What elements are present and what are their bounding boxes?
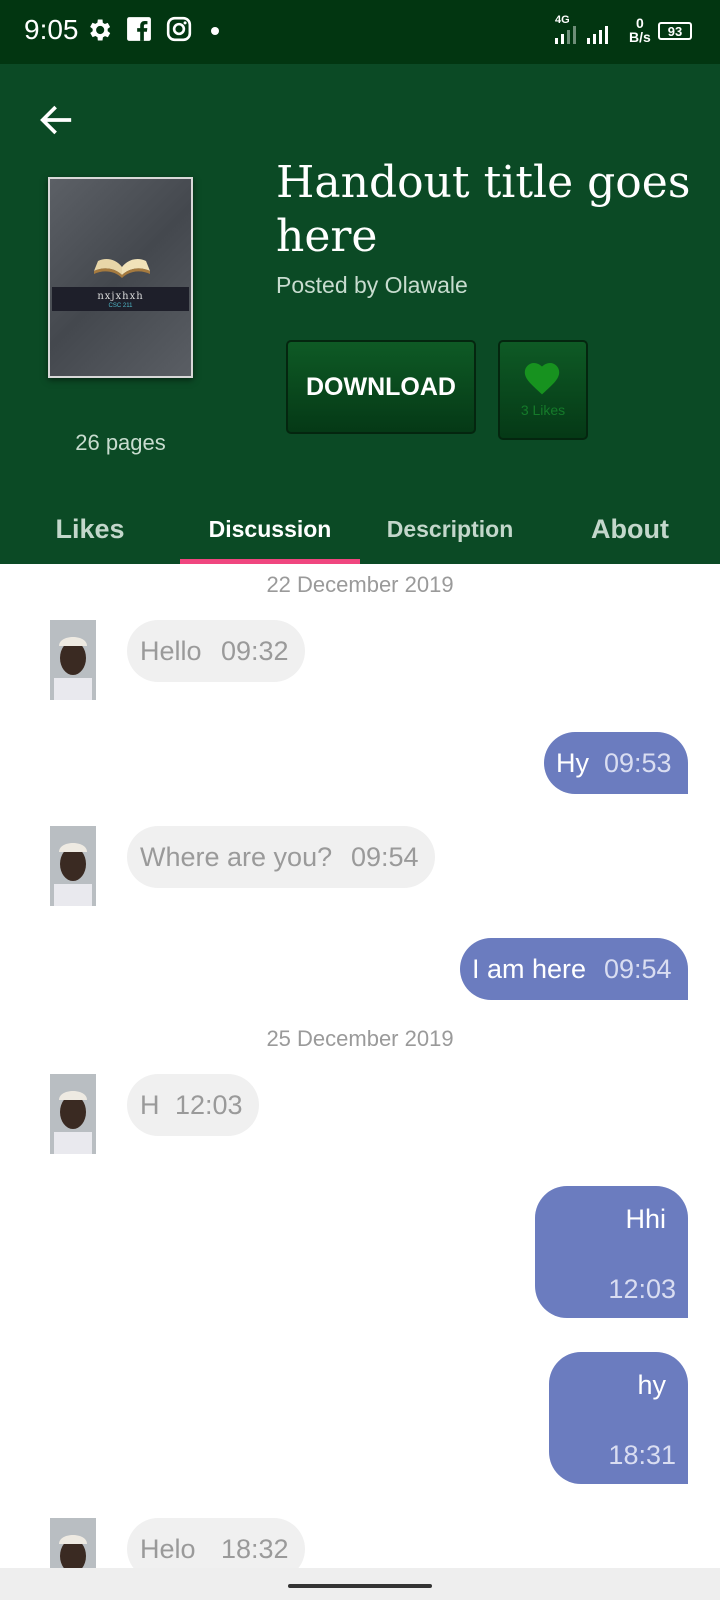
facebook-icon (127, 17, 151, 41)
message-text: Helo (140, 1534, 196, 1564)
message-text: hy (637, 1370, 666, 1400)
message-text: Where are you? (140, 842, 333, 872)
avatar[interactable] (50, 826, 96, 906)
handout-header: nxjxhxh CSC 211 26 pages Handout title g… (0, 64, 720, 564)
message-time: 09:54 (604, 954, 672, 984)
tab-description[interactable]: Description (360, 494, 540, 564)
system-nav-bar (0, 1568, 720, 1600)
message-time: 12:03 (608, 1274, 676, 1304)
message-text: Hello (140, 636, 202, 666)
message-time: 12:03 (175, 1090, 243, 1120)
back-arrow-icon[interactable] (36, 100, 76, 140)
tab-likes[interactable]: Likes (0, 494, 180, 564)
notification-dot-icon (211, 27, 219, 35)
message-time: 09:54 (351, 842, 419, 872)
handout-title: Handout title goes here (276, 157, 691, 262)
tab-discussion[interactable]: Discussion (180, 494, 360, 564)
avatar-photo (50, 826, 96, 906)
signal-icon (555, 26, 608, 44)
heart-icon (524, 362, 560, 395)
posted-by: Posted by Olawale (276, 272, 468, 298)
download-button[interactable]: DOWNLOAD (286, 340, 476, 434)
avatar[interactable] (50, 1074, 96, 1154)
battery-level: 93 (667, 24, 683, 39)
tab-about[interactable]: About (540, 494, 720, 564)
message-bubble-outgoing[interactable]: Hy 09:53 (544, 732, 688, 794)
message-bubble-incoming[interactable]: Where are you? 09:54 (127, 826, 435, 888)
status-bar: 9:05 4G 0 B/s 93 (0, 0, 720, 64)
open-book-icon (94, 259, 150, 278)
message-text: Hy (556, 748, 589, 778)
message-time: 09:32 (221, 636, 289, 666)
avatar[interactable] (50, 620, 96, 700)
cover-title: nxjxhxh (97, 291, 144, 302)
tab-bar: Likes Discussion Description About (0, 494, 720, 564)
avatar-photo (50, 1074, 96, 1154)
instagram-icon (166, 16, 192, 42)
message-time: 18:32 (221, 1534, 289, 1564)
page-count: 26 pages (75, 430, 166, 455)
message-bubble-incoming[interactable]: Hello 09:32 (127, 620, 305, 682)
home-gesture-handle[interactable] (288, 1584, 432, 1588)
handout-cover-image[interactable]: nxjxhxh CSC 211 (48, 177, 193, 378)
likes-count: 3 Likes (520, 402, 566, 418)
date-separator: 22 December 2019 (266, 572, 454, 597)
avatar-photo (50, 620, 96, 700)
tab-indicator (180, 559, 360, 564)
network-speed: 0 B/s (629, 15, 651, 45)
cover-subtitle: CSC 211 (108, 303, 133, 309)
message-bubble-outgoing[interactable]: Hhi 12:03 (535, 1186, 688, 1318)
avatar[interactable] (50, 1518, 96, 1568)
message-text: Hhi (625, 1204, 666, 1234)
like-button[interactable]: 3 Likes (498, 340, 588, 440)
battery-icon: 93 (658, 22, 692, 40)
settings-gear-icon (90, 19, 111, 41)
message-bubble-outgoing[interactable]: hy 18:31 (549, 1352, 688, 1484)
message-text: H (140, 1090, 160, 1120)
message-time: 09:53 (604, 748, 672, 778)
avatar-photo (50, 1518, 96, 1568)
message-bubble-outgoing[interactable]: I am here 09:54 (460, 938, 688, 1000)
status-time: 9:05 (24, 14, 79, 45)
message-bubble-incoming[interactable]: H 12:03 (127, 1074, 259, 1136)
date-separator: 25 December 2019 (266, 1026, 454, 1051)
message-text: I am here (472, 954, 587, 984)
network-type: 4G (555, 14, 570, 26)
message-time: 18:31 (608, 1440, 676, 1470)
